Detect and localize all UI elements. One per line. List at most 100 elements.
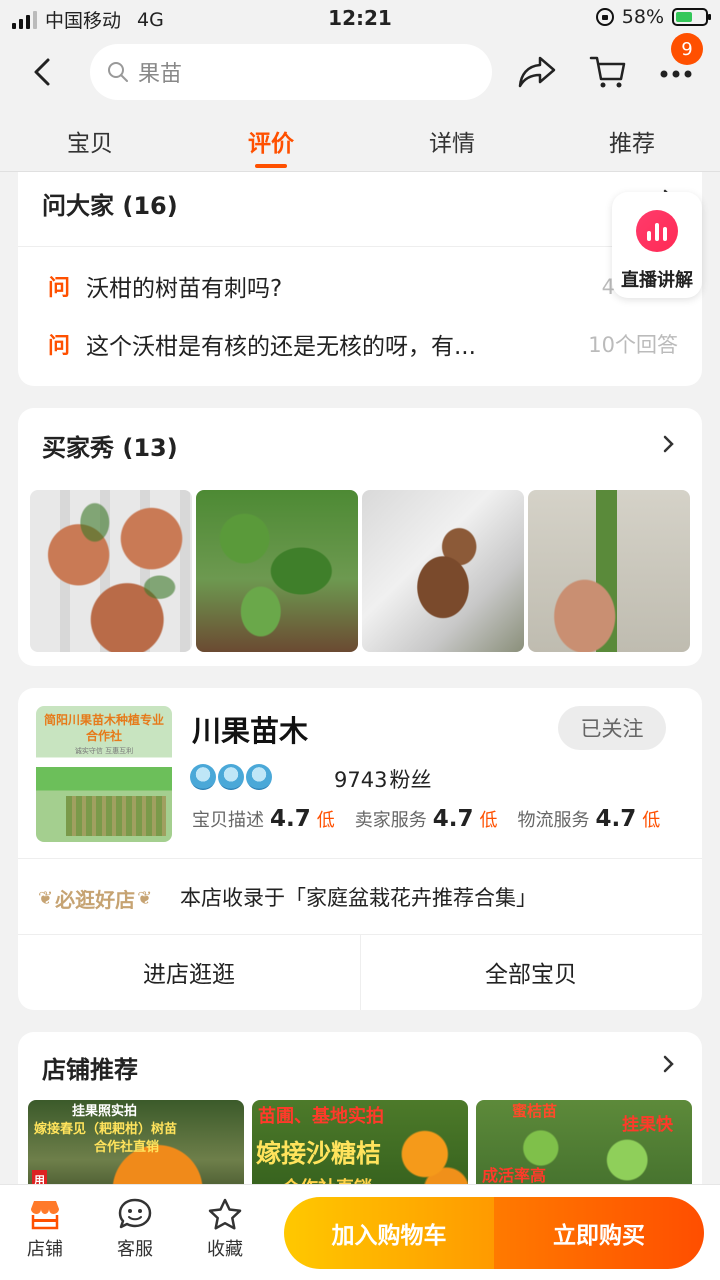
live-explain-button[interactable]: 直播讲解 xyxy=(612,192,702,298)
favorite-button[interactable]: 收藏 xyxy=(190,1197,260,1261)
chevron-right-icon xyxy=(663,435,674,453)
cart-count-badge: 9 xyxy=(671,33,703,65)
status-right: 58% xyxy=(595,6,711,28)
shop-nav-button[interactable]: 店铺 xyxy=(10,1197,80,1261)
search-input[interactable]: 果苗 xyxy=(90,44,492,100)
bottom-action-bar: 店铺 客服 收藏 加入购物车 立即购买 xyxy=(0,1184,720,1280)
product-overlay-text: 挂果照实拍 xyxy=(72,1104,138,1119)
buyer-show-card[interactable]: 买家秀 (13) xyxy=(18,408,702,666)
rating-service: 卖家服务 4.7 低 xyxy=(355,806,498,832)
question-icon: 问 xyxy=(48,276,71,301)
rating-level: 低 xyxy=(316,810,335,831)
rating-label: 卖家服务 xyxy=(354,810,427,831)
product-overlay-text: 挂果快 xyxy=(622,1115,673,1135)
recommend-title: 店铺推荐 xyxy=(42,1056,138,1084)
orientation-lock-icon xyxy=(595,8,614,26)
tab-recommend[interactable]: 推荐 xyxy=(572,124,692,158)
collection-text[interactable]: 本店收录于「家庭盆栽花卉推荐合集」 xyxy=(180,882,537,912)
product-overlay-text: 嫁接沙糖桔 xyxy=(256,1139,382,1168)
wheat-icon: ❦ xyxy=(38,888,54,909)
shop-ratings: 宝贝描述 4.7 低 卖家服务 4.7 低 物流服务 4.7 低 xyxy=(192,806,660,832)
buyer-photo[interactable] xyxy=(528,490,690,652)
rating-score: 4.7 xyxy=(595,806,637,832)
shop-logo[interactable]: 简阳川果苗木种植专业合作社 诚实守信 互惠互利 xyxy=(36,706,172,842)
chat-face-icon xyxy=(118,1198,152,1229)
ask-title: 问大家 (16) xyxy=(42,192,178,220)
crown-icon xyxy=(190,764,216,790)
buyer-photo[interactable] xyxy=(30,490,192,652)
top-nav: 果苗 xyxy=(0,40,720,106)
rating-level: 低 xyxy=(642,810,661,831)
rating-score: 4.7 xyxy=(432,806,474,832)
rating-label: 物流服务 xyxy=(517,810,590,831)
product-overlay-text: 嫁接春见（耙耙柑）树苗 xyxy=(34,1122,178,1137)
chevron-left-icon xyxy=(34,58,50,86)
rating-label: 宝贝描述 xyxy=(192,810,264,831)
shop-card: 简阳川果苗木种植专业合作社 诚实守信 互惠互利 川果苗木 已关注 9743粉丝 … xyxy=(18,688,702,1010)
purchase-buttons: 加入购物车 立即购买 xyxy=(284,1197,704,1269)
product-overlay-text: 合作社直销 xyxy=(94,1140,160,1155)
question-text: 沃柑的树苗有刺吗? xyxy=(86,276,283,302)
question-icon: 问 xyxy=(48,334,71,359)
tab-item[interactable]: 宝贝 xyxy=(30,124,150,158)
cart-icon xyxy=(589,56,626,88)
share-icon xyxy=(518,56,556,88)
status-bar: 中国移动 4G 12:21 58% xyxy=(0,0,720,40)
buyer-photos xyxy=(30,490,690,652)
rating-logistics: 物流服务 4.7 低 xyxy=(518,806,661,832)
cart-button[interactable] xyxy=(588,52,628,96)
wheat-icon: ❦ xyxy=(137,888,153,909)
search-placeholder: 果苗 xyxy=(138,62,183,87)
tab-reviews[interactable]: 评价 xyxy=(211,124,331,168)
all-items-button[interactable]: 全部宝贝 xyxy=(360,934,702,1010)
section-tabs: 宝贝 评价 详情 推荐 xyxy=(0,106,720,172)
battery-icon xyxy=(672,8,711,26)
star-icon xyxy=(208,1198,242,1230)
divider xyxy=(18,246,702,247)
shop-icon xyxy=(31,1201,59,1230)
product-overlay-text: 苗圃、基地实拍 xyxy=(258,1106,384,1127)
follow-button[interactable]: 已关注 xyxy=(558,706,666,750)
rating-description: 宝贝描述 4.7 低 xyxy=(192,806,335,832)
product-overlay-text: 成活率高 xyxy=(482,1166,547,1185)
divider xyxy=(18,858,702,859)
live-chart-icon xyxy=(636,210,678,252)
fans-number: 9743 xyxy=(334,768,388,792)
crown-icon xyxy=(246,764,272,790)
enter-shop-button[interactable]: 进店逛逛 xyxy=(18,934,360,1010)
answer-count: 10个回答 xyxy=(588,333,678,357)
fans-label: 粉丝 xyxy=(389,768,432,792)
customer-service-button[interactable]: 客服 xyxy=(100,1197,170,1261)
live-label: 直播讲解 xyxy=(621,270,693,291)
shop-level-crowns xyxy=(190,764,272,790)
service-label: 客服 xyxy=(117,1239,153,1260)
question-item[interactable]: 问 沃柑的树苗有刺吗? 4个回答 xyxy=(48,266,678,306)
ask-everyone-card[interactable]: 问大家 (16) 问 沃柑的树苗有刺吗? 4个回答 问 这个沃柑是有核的还是无核… xyxy=(18,172,702,386)
must-visit-label: 必逛好店 xyxy=(55,888,136,912)
question-item[interactable]: 问 这个沃柑是有核的还是无核的呀，有... 10个回答 xyxy=(48,324,678,364)
rating-level: 低 xyxy=(479,810,498,831)
buyer-show-title: 买家秀 (13) xyxy=(42,434,178,462)
buy-now-button[interactable]: 立即购买 xyxy=(494,1197,704,1269)
fans-count: 9743粉丝 xyxy=(334,764,431,794)
favorite-label: 收藏 xyxy=(207,1239,243,1260)
chevron-right-icon[interactable] xyxy=(660,1054,678,1074)
share-button[interactable] xyxy=(516,52,558,96)
shop-nav-label: 店铺 xyxy=(27,1239,63,1260)
back-button[interactable] xyxy=(26,54,62,90)
tab-details[interactable]: 详情 xyxy=(392,124,512,158)
question-text: 这个沃柑是有核的还是无核的呀，有... xyxy=(86,334,476,360)
buyer-photo[interactable] xyxy=(362,490,524,652)
logo-text: 简阳川果苗木种植专业合作社 xyxy=(43,713,164,743)
product-overlay-text: 蜜桔苗 xyxy=(512,1102,558,1120)
search-icon xyxy=(108,62,128,82)
buyer-photo[interactable] xyxy=(196,490,358,652)
crown-icon xyxy=(218,764,244,790)
add-to-cart-button[interactable]: 加入购物车 xyxy=(284,1197,494,1269)
logo-subtext: 诚实守信 互惠互利 xyxy=(74,747,134,755)
battery-percent: 58% xyxy=(621,6,664,28)
rating-score: 4.7 xyxy=(270,806,311,832)
logo-field-image xyxy=(66,796,166,836)
shop-name[interactable]: 川果苗木 xyxy=(192,708,308,750)
must-visit-badge: ❦ 必逛好店 ❦ xyxy=(38,884,152,913)
